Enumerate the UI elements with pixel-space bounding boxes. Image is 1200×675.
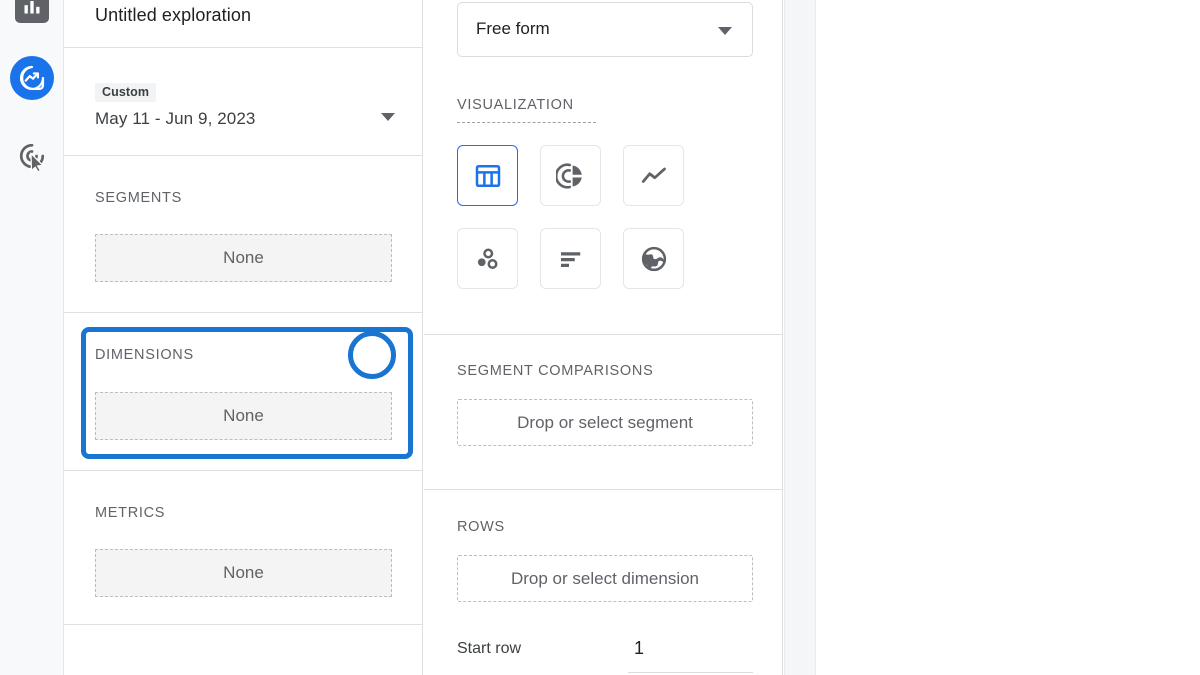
free-form-table-icon <box>475 164 500 187</box>
reports-icon <box>15 0 49 23</box>
scatter-plot-icon <box>477 247 498 269</box>
sidebar-item-explore[interactable] <box>0 50 64 106</box>
start-row-input-underline <box>628 672 753 673</box>
rows-heading: ROWS <box>457 519 505 535</box>
chevron-down-icon <box>381 113 395 121</box>
start-row-label: Start row <box>457 640 522 657</box>
geo-map-icon <box>641 246 666 271</box>
dimensions-drop-label: None <box>223 406 264 425</box>
divider-visualization <box>424 334 782 335</box>
exploration-title[interactable]: Untitled exploration <box>95 0 251 30</box>
advertising-icon <box>19 143 45 173</box>
divider-segments <box>64 312 422 313</box>
left-nav-rail <box>0 0 64 675</box>
viz-option-line-chart[interactable] <box>623 145 684 206</box>
viz-option-geo-map[interactable] <box>623 228 684 289</box>
panel-gutter <box>784 0 816 675</box>
divider-metrics <box>64 624 422 625</box>
divider-dimensions <box>64 470 422 471</box>
sidebar-item-advertising[interactable] <box>0 128 64 184</box>
segments-drop-zone[interactable]: None <box>95 234 392 282</box>
segment-comparisons-drop-zone[interactable]: Drop or select segment <box>457 399 753 446</box>
segments-heading: SEGMENTS <box>95 190 182 206</box>
segment-comparisons-drop-label: Drop or select segment <box>517 412 693 432</box>
divider-segment-comparisons <box>424 489 782 490</box>
rows-drop-zone[interactable]: Drop or select dimension <box>457 555 753 602</box>
start-row-input[interactable]: 1 <box>634 638 644 659</box>
chevron-down-icon <box>718 27 732 35</box>
divider-daterange <box>64 155 422 156</box>
date-range-chip: Custom <box>95 83 157 102</box>
visualization-help-underline <box>457 122 596 123</box>
segment-comparisons-heading: SEGMENT COMPARISONS <box>457 363 654 379</box>
viz-option-free-form-table[interactable] <box>457 145 518 206</box>
sidebar-item-reports[interactable] <box>0 0 64 34</box>
tab-settings-panel: Free form VISUALIZATION SEGMENT COMPARIS… <box>424 0 783 675</box>
viz-option-scatter-plot[interactable] <box>457 228 518 289</box>
viz-option-donut-chart[interactable] <box>540 145 601 206</box>
donut-chart-icon <box>555 162 582 189</box>
dimensions-heading: DIMENSIONS <box>95 347 194 363</box>
ga4-explore-screen: Untitled exploration Custom May 11 - Jun… <box>0 0 1200 675</box>
dimensions-drop-zone[interactable]: None <box>95 392 392 440</box>
metrics-drop-label: None <box>223 563 264 582</box>
explore-icon <box>19 65 45 91</box>
segments-drop-label: None <box>223 248 264 267</box>
viz-option-bar-chart[interactable] <box>540 228 601 289</box>
visualization-heading: VISUALIZATION <box>457 97 574 113</box>
metrics-heading: METRICS <box>95 505 166 521</box>
date-range-value: May 11 - Jun 9, 2023 <box>95 109 256 128</box>
report-canvas <box>817 0 1200 675</box>
line-chart-icon <box>641 167 666 183</box>
technique-value: Free form <box>476 19 550 38</box>
technique-select[interactable]: Free form <box>457 2 753 57</box>
rows-drop-label: Drop or select dimension <box>510 568 700 588</box>
date-range-picker[interactable]: Custom May 11 - Jun 9, 2023 <box>95 83 395 129</box>
variables-panel: Untitled exploration Custom May 11 - Jun… <box>64 0 448 675</box>
explore-active-badge <box>10 56 54 100</box>
metrics-drop-zone[interactable]: None <box>95 549 392 597</box>
bar-chart-icon <box>560 251 580 267</box>
divider-title <box>64 47 422 48</box>
